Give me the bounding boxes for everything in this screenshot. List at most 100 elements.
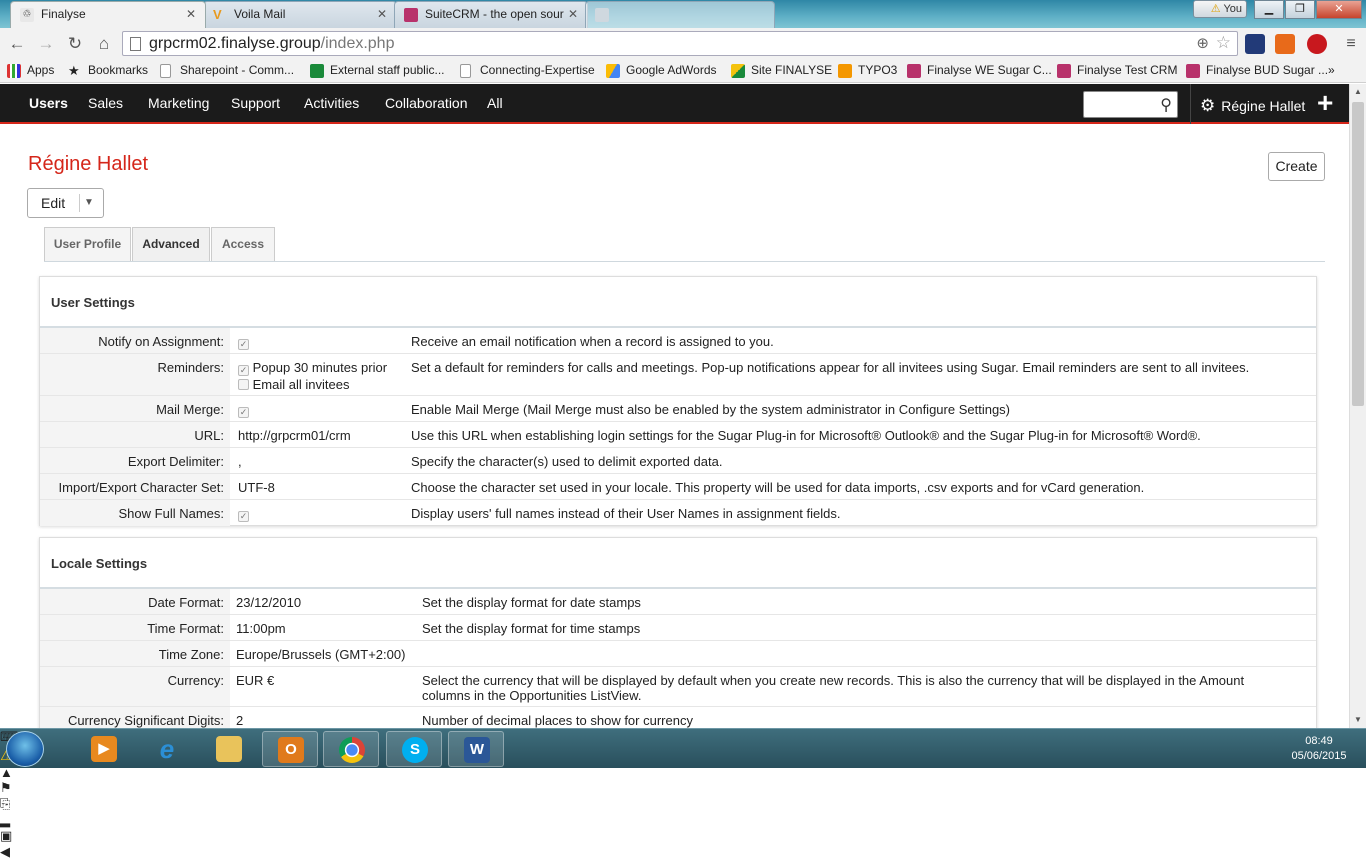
scroll-thumb[interactable] — [1352, 102, 1364, 406]
close-window-button[interactable]: ✕ — [1316, 0, 1362, 19]
field-description: Enable Mail Merge (Mail Merge must also … — [411, 402, 1010, 417]
taskbar-skype[interactable]: S — [386, 731, 442, 767]
address-bar[interactable]: grpcrm02.finalyse.group/index.php ⊕ ☆ — [122, 31, 1238, 56]
flag-icon[interactable]: ⚑ — [0, 780, 1366, 796]
browser-toolbar: ← → ↻ ⌂ grpcrm02.finalyse.group/index.ph… — [0, 28, 1366, 59]
back-arrow-icon[interactable]: ← — [6, 33, 28, 55]
tab-access[interactable]: Access — [211, 227, 275, 262]
usb-icon[interactable]: ⎘ — [0, 796, 1366, 812]
bookmark-finalyse-test-crm[interactable]: Finalyse Test CRM — [1057, 63, 1177, 78]
media-player-icon: ▶ — [91, 736, 117, 762]
edit-label: Edit — [41, 195, 66, 211]
nav-collaboration[interactable]: Collaboration — [385, 95, 468, 111]
field-value: 23/12/2010 — [236, 595, 302, 610]
taskbar-clock[interactable]: 08:49 05/06/2015 — [1288, 734, 1350, 764]
profile-button[interactable]: ⚠ You — [1193, 0, 1247, 18]
nav-all[interactable]: All — [487, 95, 503, 111]
show-full-names-checkbox[interactable]: ✓ — [238, 506, 249, 522]
close-tab-icon[interactable]: ✕ — [186, 2, 196, 27]
notify-checkbox[interactable]: ✓ — [238, 334, 249, 350]
page-title: Régine Hallet — [28, 153, 149, 175]
bookmark-star-icon[interactable]: ☆ — [1216, 31, 1231, 54]
field-value: 11:00pm — [236, 621, 286, 636]
nav-marketing[interactable]: Marketing — [148, 95, 209, 111]
nav-users[interactable]: Users — [29, 95, 68, 111]
taskbar-explorer[interactable] — [201, 731, 257, 767]
browser-tab-voila-mail[interactable]: V Voila Mail ✕ — [203, 1, 397, 28]
create-button[interactable]: Create — [1268, 152, 1325, 181]
bookmark-sharepoint[interactable]: Sharepoint - Comm... — [160, 63, 294, 78]
setting-row-mail-merge: Mail Merge: ✓ Enable Mail Merge (Mail Me… — [40, 396, 1316, 422]
user-name: Régine Hallet — [1221, 98, 1306, 114]
adblock-extension-icon[interactable] — [1307, 34, 1327, 54]
browser-tab-finalyse[interactable]: ♲ Finalyse ✕ — [10, 1, 206, 28]
bookmark-external-staff[interactable]: External staff public... — [310, 63, 445, 78]
url-path: /index.php — [320, 35, 395, 52]
minimize-button[interactable]: ▁ — [1254, 0, 1284, 19]
global-search-input[interactable]: ⚲ — [1083, 91, 1178, 118]
field-description: Set a default for reminders for calls an… — [411, 360, 1250, 375]
browser-tab-blank[interactable] — [585, 1, 775, 28]
description-line: Select the currency that will be display… — [422, 673, 1245, 688]
taskbar-media-player[interactable]: ▶ — [76, 731, 132, 767]
maximize-button[interactable]: ❐ — [1285, 0, 1315, 19]
mail-merge-checkbox[interactable]: ✓ — [238, 402, 249, 418]
network-icon[interactable]: ▣ — [0, 828, 1366, 844]
nav-sales[interactable]: Sales — [88, 95, 123, 111]
signal-icon[interactable]: ▂ — [0, 812, 1366, 828]
extension-icon[interactable] — [1245, 34, 1265, 54]
field-label: Show Full Names: — [40, 500, 230, 526]
locale-settings-heading: Locale Settings — [40, 538, 1316, 589]
field-description: Specify the character(s) used to delimit… — [411, 454, 723, 469]
sugar-icon — [1057, 64, 1071, 78]
option-label: Popup 30 minutes prior — [252, 360, 388, 375]
taskbar-internet-explorer[interactable]: e — [139, 731, 195, 767]
nav-support[interactable]: Support — [231, 95, 280, 111]
taskbar-word[interactable]: W — [448, 731, 504, 767]
search-icon[interactable]: ⚲ — [1160, 95, 1172, 115]
popup-reminder-option[interactable]: ✓ Popup 30 minutes prior — [238, 360, 387, 376]
close-tab-icon[interactable]: ✕ — [568, 2, 578, 27]
bookmark-bookmarks[interactable]: ★ Bookmarks — [68, 63, 148, 78]
bookmark-typo3[interactable]: TYPO3 — [838, 63, 897, 78]
nav-activities[interactable]: Activities — [304, 95, 359, 111]
reload-icon[interactable]: ↻ — [64, 33, 86, 55]
bookmark-finalyse-bud-sugar[interactable]: Finalyse BUD Sugar ... — [1186, 63, 1328, 78]
tab-user-profile[interactable]: User Profile — [44, 227, 131, 262]
show-hidden-icons-icon[interactable]: ▲ — [0, 765, 1366, 780]
bookmark-connecting-expertise[interactable]: Connecting-Expertise — [460, 63, 595, 78]
chevron-down-icon[interactable]: ▼ — [84, 189, 94, 217]
email-reminder-option[interactable]: Email all invitees — [238, 377, 387, 392]
chrome-menu-icon[interactable]: ≡ — [1340, 33, 1362, 55]
browser-tab-suitecrm[interactable]: SuiteCRM - the open sour ✕ — [394, 1, 588, 28]
scroll-down-icon[interactable]: ▼ — [1350, 712, 1366, 728]
zoom-icon[interactable]: ⊕ — [1196, 32, 1209, 55]
scroll-up-icon[interactable]: ▲ — [1350, 84, 1366, 100]
taskbar-outlook[interactable]: O — [262, 731, 318, 767]
taskbar-chrome[interactable] — [323, 731, 379, 767]
close-tab-icon[interactable]: ✕ — [377, 2, 387, 27]
bookmarks-overflow-button[interactable]: » — [1328, 63, 1335, 77]
start-button[interactable] — [6, 731, 44, 767]
bookmark-apps[interactable]: Apps — [7, 63, 54, 78]
tab-title: Voila Mail — [234, 7, 286, 21]
field-label: Date Format: — [40, 589, 230, 614]
home-icon[interactable]: ⌂ — [93, 33, 115, 55]
bookmark-finalyse-we-sugar[interactable]: Finalyse WE Sugar C... — [907, 63, 1052, 78]
page-scrollbar[interactable]: ▲ ▼ — [1349, 84, 1366, 728]
bookmark-google-adwords[interactable]: Google AdWords — [606, 63, 717, 78]
gear-icon: ⚙ — [1200, 96, 1216, 115]
forward-arrow-icon[interactable]: → — [35, 33, 57, 55]
field-label: Export Delimiter: — [40, 448, 230, 473]
field-label: Time Format: — [40, 615, 230, 640]
quick-create-plus-icon[interactable]: + — [1317, 87, 1333, 119]
locale-row-time-zone: Time Zone: Europe/Brussels (GMT+2:00) — [40, 641, 1316, 667]
user-menu[interactable]: ⚙ Régine Hallet — [1200, 96, 1305, 116]
field-value: , — [238, 454, 242, 469]
tab-advanced[interactable]: Advanced — [132, 227, 210, 262]
bookmark-site-finalyse[interactable]: Site FINALYSE — [731, 63, 832, 78]
analytics-extension-icon[interactable] — [1275, 34, 1295, 54]
volume-icon[interactable]: ◀ — [0, 844, 1366, 860]
page-viewport: Users Sales Marketing Support Activities… — [0, 84, 1349, 728]
edit-button[interactable]: Edit ▼ — [27, 188, 104, 218]
